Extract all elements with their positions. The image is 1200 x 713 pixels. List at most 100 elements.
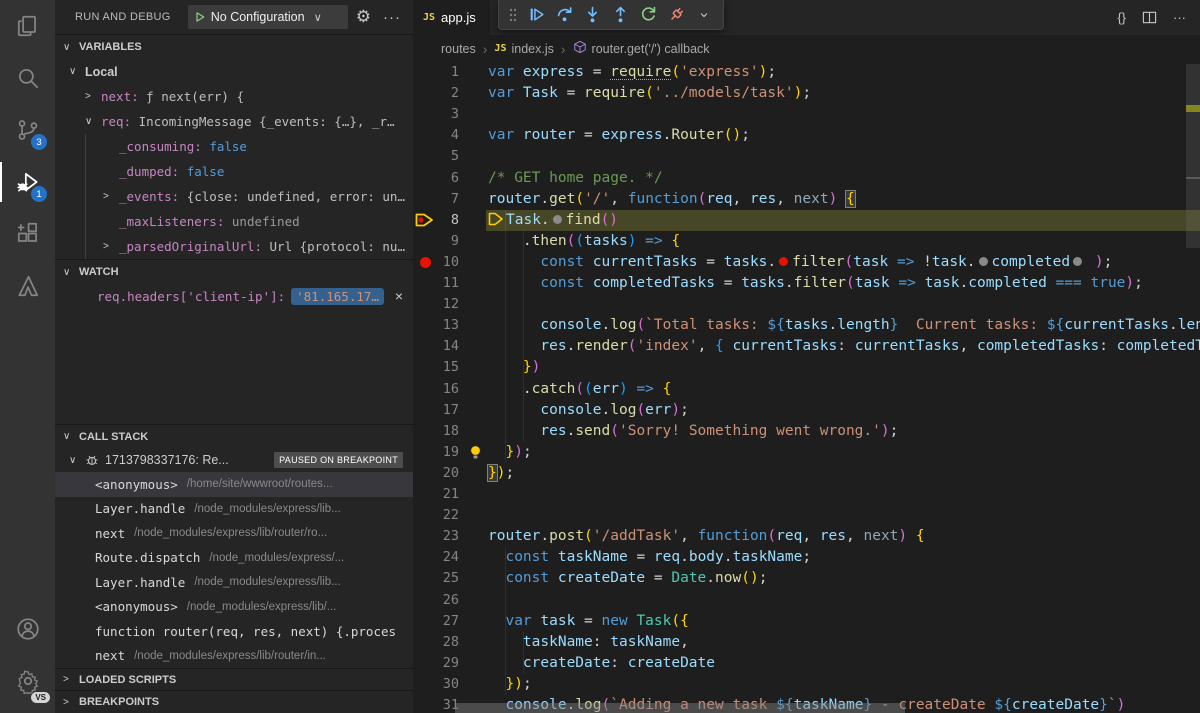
watch-expression-row[interactable]: req.headers['client-ip']: '81.165.17… × bbox=[55, 284, 413, 308]
line-number[interactable]: 27 bbox=[413, 611, 459, 632]
inline-breakpoint-icon[interactable] bbox=[779, 257, 788, 266]
toolbar-grip-handle[interactable] bbox=[505, 7, 521, 23]
variable-value: Url {protocol: nu… bbox=[270, 239, 405, 254]
step-into-button[interactable] bbox=[579, 3, 605, 27]
line-number[interactable]: 30 bbox=[413, 674, 459, 695]
activity-extensions[interactable] bbox=[0, 208, 55, 260]
line-number[interactable]: 2 bbox=[413, 83, 459, 104]
step-out-button[interactable] bbox=[607, 3, 633, 27]
variable-row[interactable]: >_events: {close: undefined, error: un… bbox=[55, 184, 413, 209]
code-line-18: 18 res.send('Sorry! Something went wrong… bbox=[413, 421, 1200, 442]
line-number[interactable]: 9 bbox=[413, 231, 459, 252]
breadcrumb-item[interactable]: JSindex.js bbox=[494, 42, 553, 56]
line-number[interactable]: 3 bbox=[413, 104, 459, 125]
continue-button[interactable] bbox=[523, 3, 549, 27]
stack-frame-row[interactable]: function router(req, res, next) {.proces bbox=[55, 619, 413, 644]
line-number[interactable]: 11 bbox=[413, 273, 459, 294]
code-text: .then((tasks) => { bbox=[488, 231, 680, 252]
debug-settings-gear-icon[interactable]: ⚙ bbox=[356, 7, 371, 27]
line-number[interactable]: 22 bbox=[413, 505, 459, 526]
variables-scope-row[interactable]: ∨Local bbox=[55, 59, 413, 84]
paused-status-badge: PAUSED ON BREAKPOINT bbox=[274, 452, 403, 468]
breadcrumb-item[interactable]: routes bbox=[441, 42, 476, 56]
inline-breakpoint-candidate-icon[interactable] bbox=[979, 257, 988, 266]
code-line-22: 22 bbox=[413, 505, 1200, 526]
brackets-icon[interactable]: {} bbox=[1117, 10, 1126, 25]
activity-account[interactable] bbox=[0, 603, 55, 655]
breadcrumb-item[interactable]: router.get('/') callback bbox=[573, 40, 710, 57]
callstack-section-header[interactable]: ∨ CALL STACK bbox=[55, 424, 413, 448]
variable-row[interactable]: _dumped: false bbox=[55, 159, 413, 184]
line-number[interactable]: 4 bbox=[413, 125, 459, 146]
line-number[interactable]: 14 bbox=[413, 336, 459, 357]
line-number[interactable]: 16 bbox=[413, 379, 459, 400]
start-debug-icon[interactable] bbox=[194, 11, 206, 23]
line-number[interactable]: 20 bbox=[413, 463, 459, 484]
stack-frame-row[interactable]: next/node_modules/express/lib/router/ro.… bbox=[55, 521, 413, 546]
line-number[interactable]: 18 bbox=[413, 421, 459, 442]
variable-row[interactable]: >next: ƒ next(err) { bbox=[55, 84, 413, 109]
line-number[interactable]: 12 bbox=[413, 294, 459, 315]
variable-name-value: _events: {close: undefined, error: un… bbox=[119, 189, 405, 204]
code-line-2: 2var Task = require('../models/task'); bbox=[413, 83, 1200, 104]
line-number[interactable]: 6 bbox=[413, 168, 459, 189]
debug-session-row[interactable]: ∨ 1713798337176: Re... PAUSED ON BREAKPO… bbox=[55, 448, 413, 472]
line-number[interactable]: 17 bbox=[413, 400, 459, 421]
variables-section-header[interactable]: ∨ VARIABLES bbox=[55, 34, 413, 59]
code-line-25: 25 const createDate = Date.now(); bbox=[413, 568, 1200, 589]
variable-name: _parsedOriginalUrl: bbox=[119, 239, 270, 254]
variable-row[interactable]: >_parsedOriginalUrl: Url {protocol: nu… bbox=[55, 234, 413, 259]
vertical-scrollbar-slider[interactable] bbox=[1186, 64, 1200, 248]
line-number[interactable]: 25 bbox=[413, 568, 459, 589]
activity-source-control[interactable]: 3 bbox=[0, 104, 55, 156]
variable-row[interactable]: _maxListeners: undefined bbox=[55, 209, 413, 234]
inline-breakpoint-candidate-icon[interactable] bbox=[553, 215, 562, 224]
tab-appjs[interactable]: JS app.js bbox=[413, 0, 490, 35]
stack-frame-row[interactable]: <anonymous>/node_modules/express/lib/... bbox=[55, 595, 413, 620]
chevron-button[interactable] bbox=[691, 3, 717, 27]
stack-frame-row[interactable]: Layer.handle/node_modules/express/lib... bbox=[55, 570, 413, 595]
line-number[interactable]: 13 bbox=[413, 315, 459, 336]
activity-azure[interactable] bbox=[0, 260, 55, 312]
debug-config-dropdown[interactable]: No Configuration ∨ bbox=[188, 5, 348, 29]
activity-manage[interactable]: VS bbox=[0, 655, 55, 707]
stack-frame-row[interactable]: <anonymous>/home/site/wwwroot/routes... bbox=[55, 472, 413, 497]
breadcrumb-label: index.js bbox=[511, 42, 553, 56]
line-number[interactable]: 8 bbox=[413, 210, 459, 231]
watch-section-header[interactable]: ∨ WATCH bbox=[55, 259, 413, 284]
code-text: /* GET home page. */ bbox=[488, 168, 663, 189]
variable-row[interactable]: ∨req: IncomingMessage {_events: {…}, _r… bbox=[55, 109, 413, 134]
inline-breakpoint-candidate-icon[interactable] bbox=[1073, 257, 1082, 266]
line-number[interactable]: 21 bbox=[413, 484, 459, 505]
line-number[interactable]: 7 bbox=[413, 189, 459, 210]
line-number[interactable]: 5 bbox=[413, 146, 459, 167]
line-number[interactable]: 15 bbox=[413, 357, 459, 378]
remove-watch-icon[interactable]: × bbox=[395, 288, 403, 304]
stack-frame-row[interactable]: next/node_modules/express/lib/router/in.… bbox=[55, 644, 413, 669]
stack-frame-row[interactable]: Route.dispatch/node_modules/express/... bbox=[55, 546, 413, 571]
split-editor-icon[interactable] bbox=[1142, 10, 1157, 25]
activity-run-and-debug[interactable]: 1 bbox=[0, 156, 55, 208]
overview-ruler[interactable] bbox=[1186, 62, 1200, 713]
line-number[interactable]: 31 bbox=[413, 695, 459, 713]
sidebar-more-icon[interactable]: ··· bbox=[379, 9, 405, 26]
variable-row[interactable]: _consuming: false bbox=[55, 134, 413, 159]
activity-explorer[interactable] bbox=[0, 0, 55, 52]
loaded-scripts-section-header[interactable]: > LOADED SCRIPTS bbox=[55, 668, 413, 690]
line-number[interactable]: 19 bbox=[413, 442, 459, 463]
line-number[interactable]: 1 bbox=[413, 62, 459, 83]
horizontal-scrollbar[interactable] bbox=[455, 703, 905, 713]
restart-button[interactable] bbox=[635, 3, 661, 27]
breakpoints-section-header[interactable]: > BREAKPOINTS bbox=[55, 690, 413, 713]
activity-search[interactable] bbox=[0, 52, 55, 104]
line-number[interactable]: 26 bbox=[413, 590, 459, 611]
line-number[interactable]: 10 bbox=[413, 252, 459, 273]
disconnect-button[interactable] bbox=[663, 3, 689, 27]
line-number[interactable]: 24 bbox=[413, 547, 459, 568]
line-number[interactable]: 28 bbox=[413, 632, 459, 653]
editor-more-icon[interactable]: ··· bbox=[1173, 10, 1186, 25]
line-number[interactable]: 23 bbox=[413, 526, 459, 547]
stack-frame-row[interactable]: Layer.handle/node_modules/express/lib... bbox=[55, 497, 413, 522]
line-number[interactable]: 29 bbox=[413, 653, 459, 674]
step-over-button[interactable] bbox=[551, 3, 577, 27]
